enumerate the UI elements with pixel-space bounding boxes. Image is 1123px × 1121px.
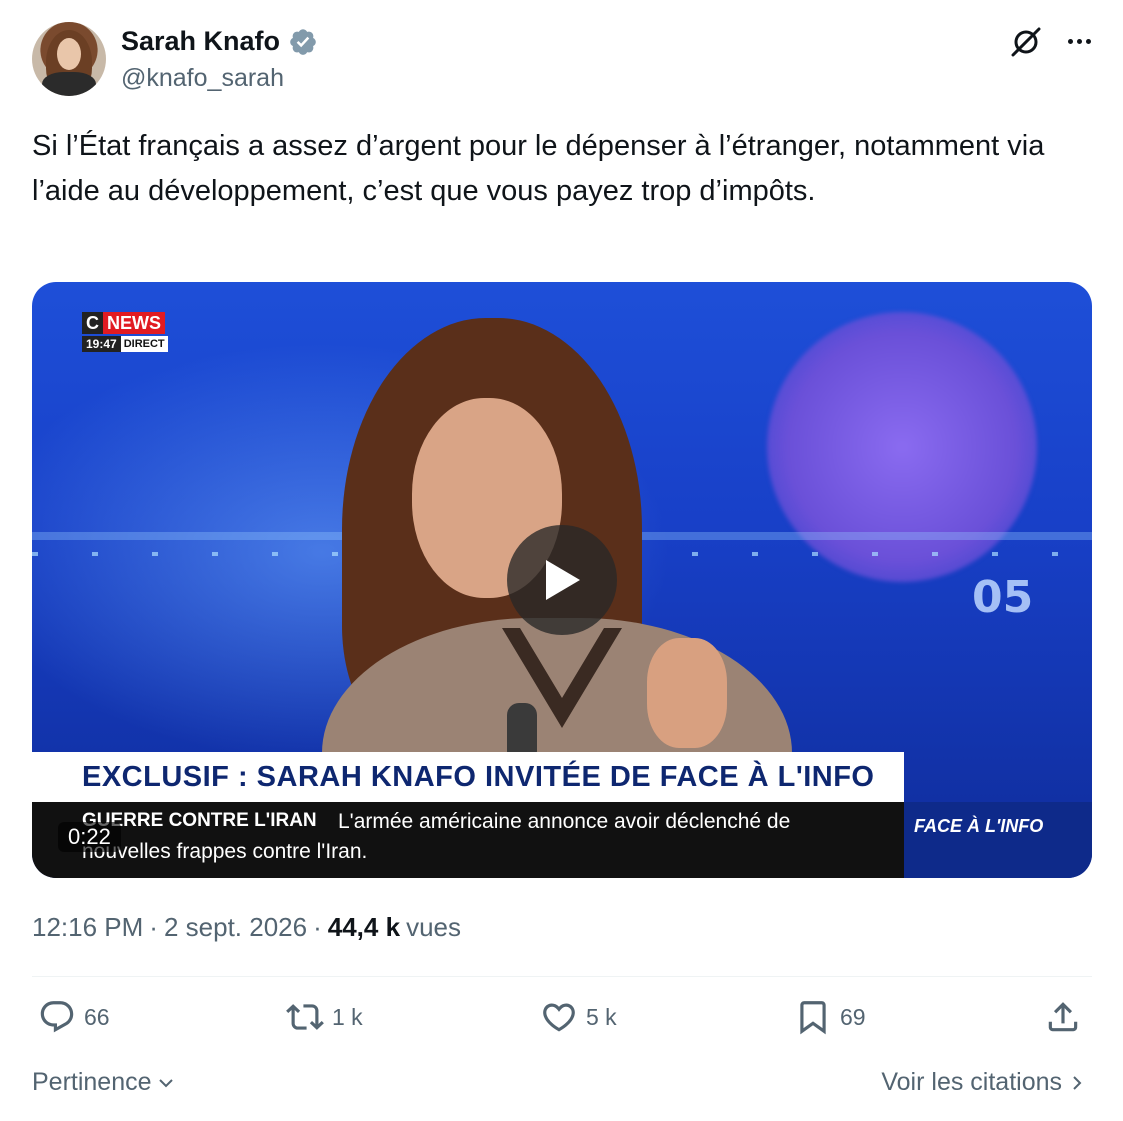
view-quotes-link[interactable]: Voir les citations bbox=[881, 1068, 1086, 1097]
replies-footer: Pertinence Voir les citations bbox=[32, 1064, 1092, 1104]
divider bbox=[32, 976, 1092, 977]
news-ticker: GUERRE CONTRE L'IRAN L'armée américaine … bbox=[32, 802, 904, 878]
display-name[interactable]: Sarah Knafo bbox=[121, 26, 280, 57]
handle[interactable]: @knafo_sarah bbox=[121, 64, 284, 93]
repost-count: 1 k bbox=[332, 1003, 363, 1030]
post-time[interactable]: 12:16 PM bbox=[32, 912, 143, 943]
like-count: 5 k bbox=[586, 1003, 617, 1030]
play-button[interactable] bbox=[507, 525, 617, 635]
bookmark-icon bbox=[800, 1001, 826, 1035]
sort-label: Pertinence bbox=[32, 1068, 152, 1096]
background-number: 05 bbox=[972, 572, 1034, 623]
studio-background-circle bbox=[767, 312, 1037, 582]
name-row: Sarah Knafo bbox=[121, 26, 318, 57]
tweet-meta: 12:16 PM · 2 sept. 2026 · 44,4 k vues bbox=[32, 912, 461, 943]
tweet-header: Sarah Knafo @knafo_sarah bbox=[32, 22, 1092, 102]
tweet-text: Si l’État français a assez d’argent pour… bbox=[32, 130, 1045, 207]
reply-button[interactable]: 66 bbox=[38, 998, 110, 1036]
action-bar: 66 1 k 5 k 69 bbox=[32, 998, 1092, 1048]
chevron-right-icon bbox=[1073, 1075, 1082, 1090]
meta-separator: · bbox=[313, 912, 322, 942]
bookmark-count: 69 bbox=[840, 1003, 866, 1030]
sort-dropdown[interactable]: Pertinence bbox=[32, 1068, 176, 1097]
channel-logo-c: C bbox=[82, 312, 103, 334]
views-label: vues bbox=[406, 912, 461, 942]
grok-icon[interactable] bbox=[1008, 24, 1044, 60]
channel-logo-news: NEWS bbox=[103, 312, 165, 334]
repost-icon bbox=[286, 1004, 324, 1030]
live-label: DIRECT bbox=[120, 336, 168, 352]
video-duration: 0:22 bbox=[58, 822, 121, 852]
chevron-down-icon bbox=[158, 1078, 173, 1087]
headline-banner: EXCLUSIF : SARAH KNAFO INVITÉE DE FACE À… bbox=[32, 752, 904, 802]
reply-icon bbox=[40, 1001, 74, 1033]
share-button[interactable] bbox=[1044, 998, 1082, 1036]
headline-text: EXCLUSIF : SARAH KNAFO INVITÉE DE FACE À… bbox=[82, 760, 875, 793]
program-tag-text: FACE À L'INFO bbox=[914, 816, 1044, 836]
play-icon bbox=[546, 560, 580, 600]
more-icon[interactable] bbox=[1062, 26, 1096, 56]
avatar[interactable] bbox=[32, 22, 106, 96]
meta-separator: · bbox=[149, 912, 158, 942]
repost-button[interactable]: 1 k bbox=[286, 998, 363, 1036]
views-count: 44,4 k bbox=[327, 912, 401, 942]
verified-badge-icon[interactable] bbox=[288, 27, 318, 57]
post-date[interactable]: 2 sept. 2026 bbox=[164, 912, 307, 943]
channel-logo: C NEWS 19:47 DIRECT bbox=[82, 312, 168, 352]
like-icon bbox=[543, 1003, 575, 1032]
ticker-line-1: L'armée américaine annonce avoir déclenc… bbox=[338, 810, 791, 833]
share-icon bbox=[1048, 1002, 1078, 1032]
ticker-line-2: nouvelles frappes contre l'Iran. bbox=[82, 840, 368, 863]
bookmark-button[interactable]: 69 bbox=[794, 998, 866, 1036]
quotes-label: Voir les citations bbox=[881, 1068, 1062, 1096]
video-player[interactable]: 05 C NEWS 19:47 DIRECT EXCLUSIF : SARAH … bbox=[32, 282, 1092, 878]
like-button[interactable]: 5 k bbox=[540, 998, 617, 1036]
broadcast-clock: 19:47 bbox=[82, 336, 121, 352]
program-tag: FACE À L'INFO bbox=[904, 802, 1092, 878]
reply-count: 66 bbox=[84, 1003, 110, 1030]
